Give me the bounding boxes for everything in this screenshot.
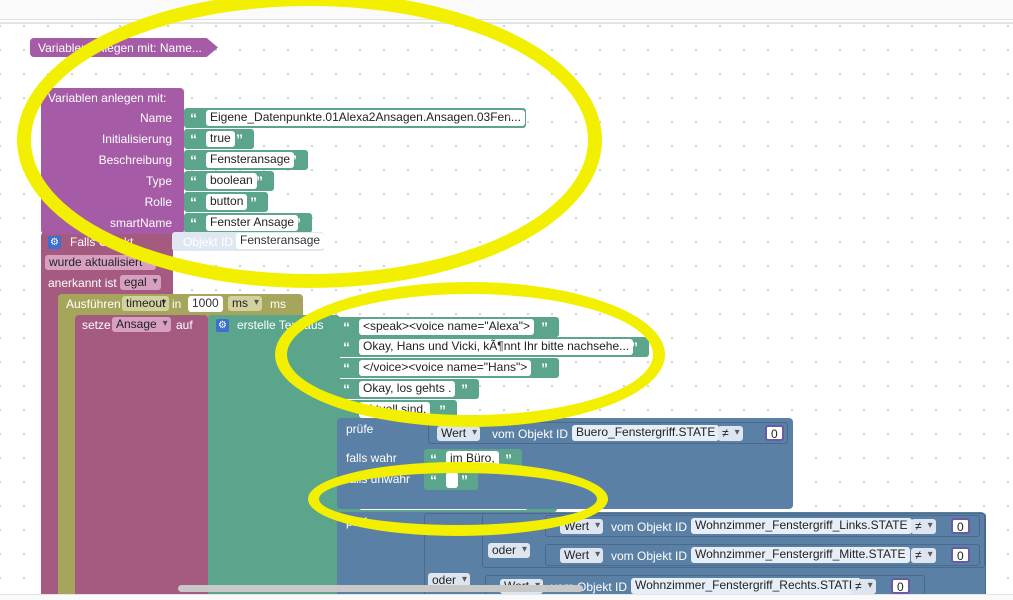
value-dropdown[interactable]: Wert [560, 519, 604, 534]
falls-wahr-label: falls wahr [346, 451, 397, 465]
variable-row-label: smartName [109, 216, 172, 230]
quote-close: ” [461, 472, 468, 488]
quote-open: “ [343, 402, 350, 418]
collapsed-block-label: Variablen anlegen mit: Name... [38, 41, 202, 55]
quote-open: “ [190, 194, 197, 210]
quote-open: “ [343, 319, 350, 335]
object-id-value[interactable]: Wohnzimmer_Fenstergriff_Links.STATE [691, 518, 912, 534]
timeout-value[interactable]: 1000 [188, 296, 223, 312]
quote-open: “ [430, 451, 437, 467]
pruefe-label: prüfe [346, 515, 374, 529]
text-item-value[interactable]: Okay, Hans und Vicki, kÃ¶nnt Ihr bitte n… [359, 339, 634, 355]
quote-open: “ [343, 381, 350, 397]
workspace-divider [0, 22, 1013, 24]
object-id-label: vom Objekt ID [611, 520, 688, 534]
string-value[interactable]: Fensteransage [206, 152, 295, 168]
timeout-unit-after: ms [270, 297, 286, 311]
false-text-value[interactable] [446, 472, 458, 488]
timeout-unit-dropdown[interactable]: ms [228, 296, 262, 311]
operator-dropdown[interactable]: ≠ [911, 548, 936, 563]
object-id-label: Objekt ID [183, 235, 234, 249]
string-value[interactable]: Fenster Ansage [206, 215, 299, 231]
value-dropdown[interactable]: Wert [560, 548, 604, 563]
variable-row-label: Initialisierung [101, 132, 172, 146]
number-value[interactable]: 0 [891, 578, 910, 594]
text-item-value[interactable]: </voice><voice name="Hans"> [359, 360, 532, 376]
text-item-value[interactable]: Okay, los gehts . [359, 381, 456, 397]
quote-open: “ [190, 110, 197, 126]
workspace-toolbar [0, 0, 1013, 20]
quote-close: ” [631, 339, 638, 355]
gear-icon[interactable]: ⚙ [216, 319, 229, 332]
in-label: in [172, 297, 182, 311]
variable-dropdown[interactable]: Ansage [112, 317, 171, 332]
ack-dropdown[interactable]: egal [120, 275, 161, 290]
horizontal-scrollbar[interactable] [178, 585, 583, 592]
variable-row-label: Name [139, 111, 172, 125]
quote-open: “ [343, 339, 350, 355]
falls-unwahr-label: falls unwahr [346, 472, 411, 486]
quote-close: ” [290, 152, 297, 168]
auf-label: auf [176, 318, 193, 332]
string-value[interactable]: boolean [206, 173, 257, 189]
bottom-edge [0, 594, 1013, 600]
quote-close: ” [461, 381, 468, 397]
quote-close: ” [294, 215, 301, 231]
variable-row-label: Rolle [144, 195, 172, 209]
operator-dropdown[interactable]: ≠ [851, 579, 876, 594]
event-dropdown[interactable]: wurde aktualisiert [45, 255, 157, 270]
quote-close: ” [236, 131, 243, 147]
timeout-mode-dropdown[interactable]: timeout [122, 296, 170, 311]
true-text-value[interactable]: im Büro, [446, 451, 499, 467]
pruefe-label: prüfe [346, 422, 374, 436]
quote-close: ” [508, 110, 515, 126]
quote-close: ” [439, 402, 446, 418]
text-join-block[interactable] [208, 315, 340, 600]
set-variable-block[interactable] [75, 315, 208, 600]
quote-open: “ [190, 131, 197, 147]
operator-dropdown[interactable]: ≠ [718, 426, 743, 441]
variable-row-label: Type [145, 174, 172, 188]
object-id-value[interactable]: Buero_Fenstergriff.STATE [572, 425, 720, 441]
trigger-title: Falls Objekt [70, 235, 134, 249]
operator-dropdown[interactable]: ≠ [911, 519, 936, 534]
quote-close: ” [541, 360, 548, 376]
timeout-label: Ausführen [66, 297, 121, 311]
quote-close: ” [505, 451, 512, 467]
number-value[interactable]: 0 [951, 547, 970, 563]
quote-close: ” [256, 173, 263, 189]
string-value[interactable]: Eigene_Datenpunkte.01Alexa2Ansagen.Ansag… [206, 110, 525, 126]
setze-label: setze [82, 318, 111, 332]
text-item-value[interactable]: <speak><voice name="Alexa"> [359, 319, 534, 335]
object-id-value[interactable]: Fensteransage [236, 233, 325, 249]
number-value[interactable]: 0 [765, 425, 784, 441]
number-value[interactable]: 0 [951, 518, 970, 534]
gear-icon[interactable]: ⚙ [48, 236, 61, 249]
object-id-value[interactable]: Wohnzimmer_Fenstergriff_Rechts.STATE [631, 578, 861, 594]
quote-close: ” [541, 319, 548, 335]
object-id-value[interactable]: Wohnzimmer_Fenstergriff_Mitte.STATE [691, 547, 910, 563]
object-id-label: vom Objekt ID [611, 549, 688, 563]
object-id-label: vom Objekt ID [492, 427, 569, 441]
quote-close: ” [250, 194, 257, 210]
or-dropdown[interactable]: oder [488, 543, 531, 558]
ack-label: anerkannt ist [48, 276, 117, 290]
string-value[interactable]: button [206, 194, 248, 210]
text-join-label: erstelle Text aus [237, 318, 324, 332]
quote-open: “ [430, 472, 437, 488]
quote-open: “ [190, 152, 197, 168]
quote-open: “ [190, 215, 197, 231]
quote-open: “ [190, 173, 197, 189]
variable-block-title: Variablen anlegen mit: [48, 91, 167, 105]
string-value[interactable]: true [206, 131, 235, 147]
variable-row-label: Beschreibung [98, 153, 172, 167]
value-dropdown[interactable]: Wert [437, 426, 481, 441]
text-item-value[interactable]: aktuell sind, [359, 402, 431, 418]
quote-open: “ [343, 360, 350, 376]
